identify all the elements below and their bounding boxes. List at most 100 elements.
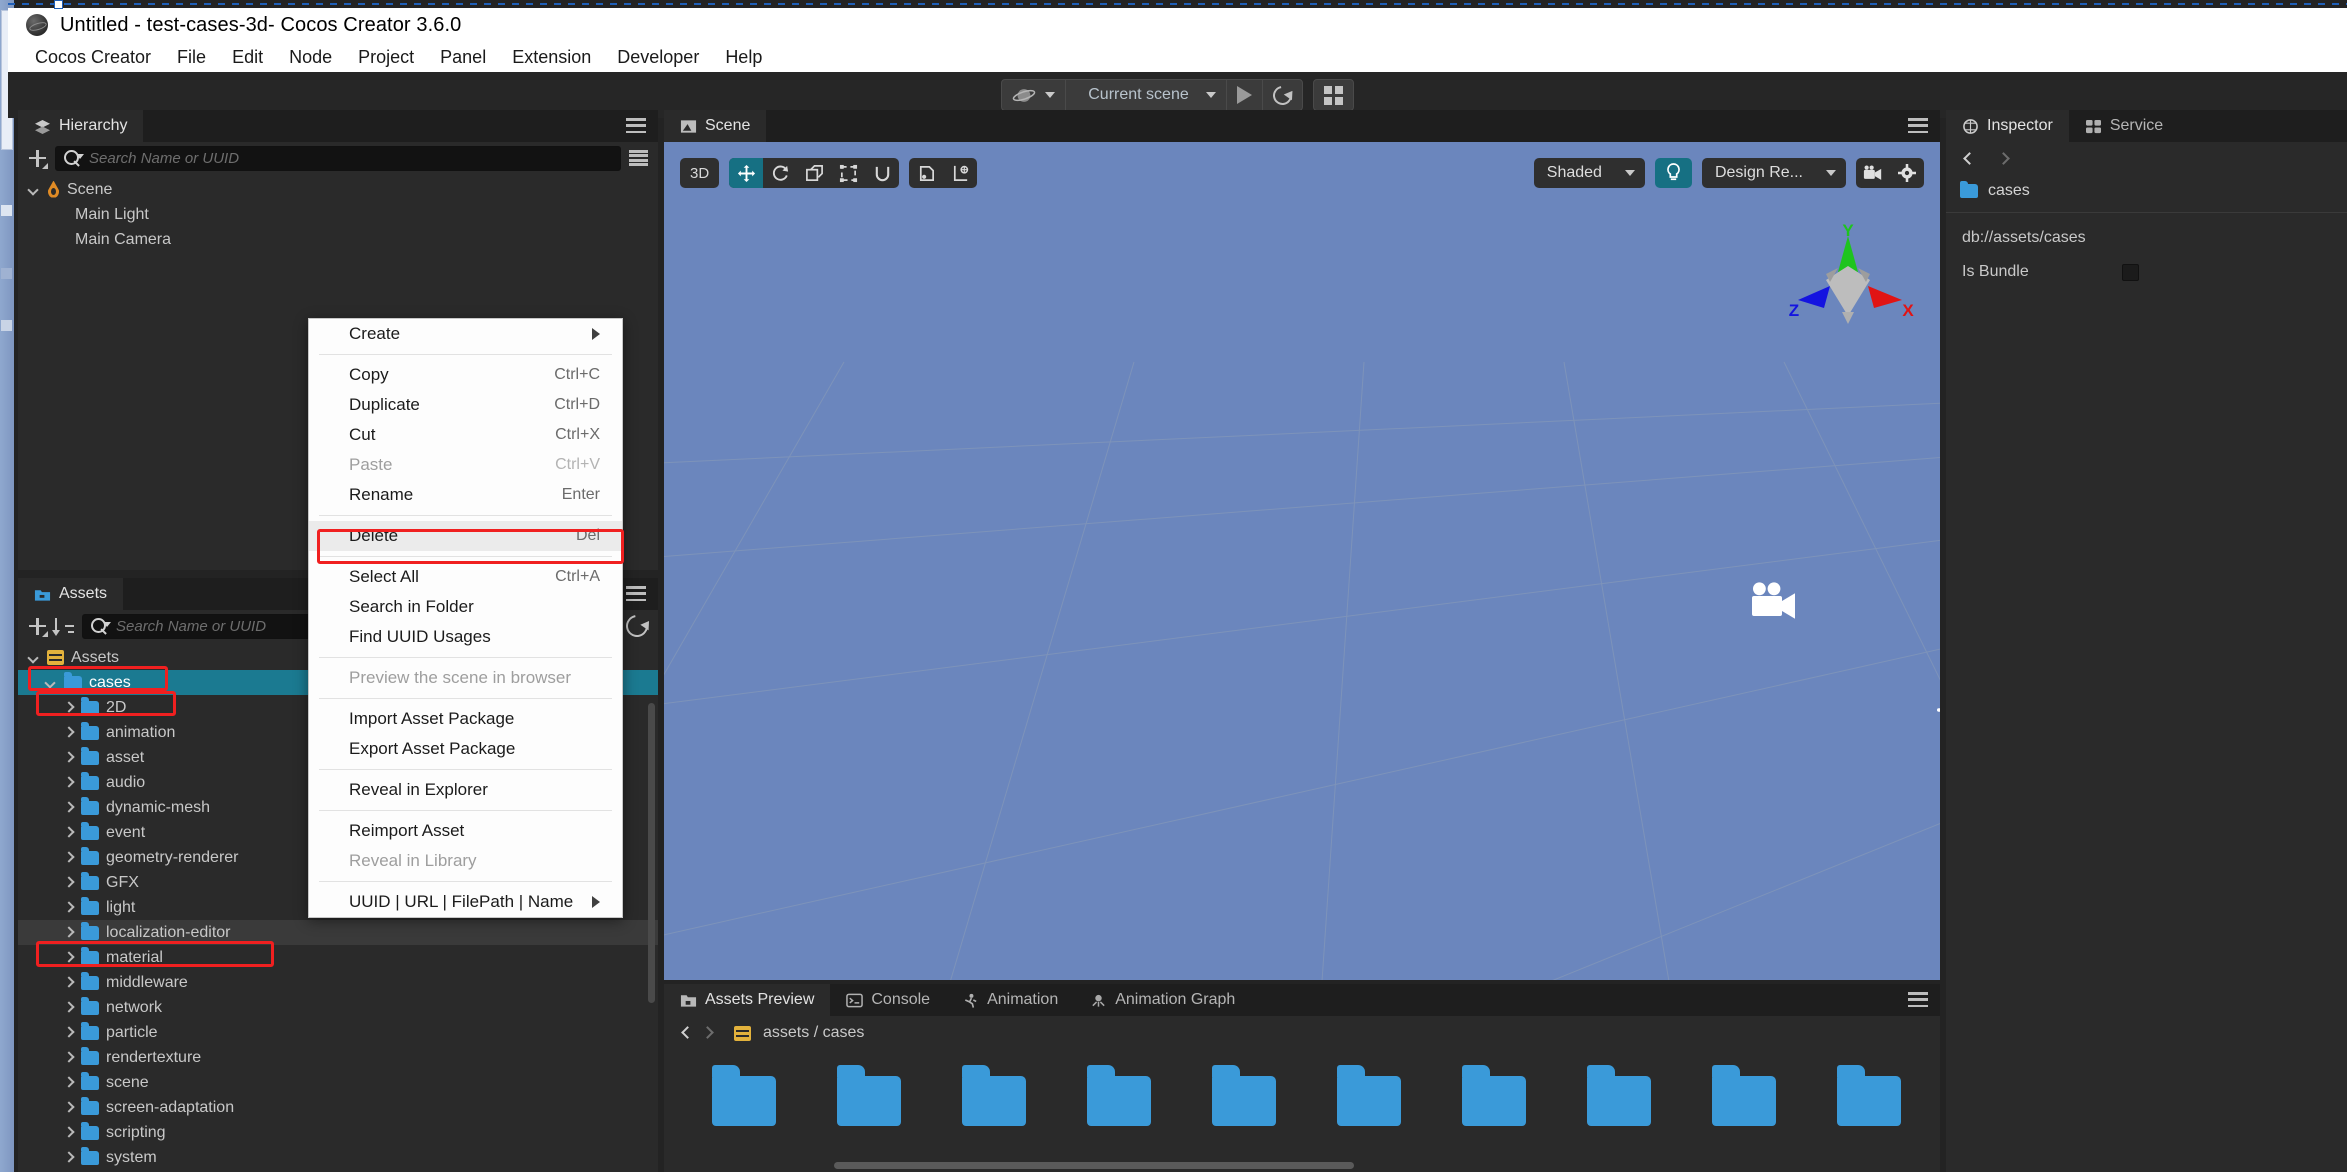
chevron-right-icon[interactable] bbox=[62, 1052, 74, 1064]
bottom-panel-menu-button[interactable] bbox=[1908, 992, 1928, 1007]
chevron-right-icon[interactable] bbox=[1999, 154, 2010, 165]
move-tool[interactable] bbox=[729, 158, 764, 188]
refresh-icon[interactable] bbox=[621, 610, 653, 642]
tab-animation-graph[interactable]: Animation Graph bbox=[1074, 984, 1252, 1016]
assets-tree-item-network[interactable]: network bbox=[18, 995, 658, 1020]
assets-tree-item-particle[interactable]: particle bbox=[18, 1020, 658, 1045]
chevron-down-icon[interactable] bbox=[28, 652, 40, 664]
chevron-right-icon[interactable] bbox=[62, 802, 74, 814]
preview-grid-item[interactable] bbox=[1712, 1065, 1776, 1126]
chevron-right-icon[interactable] bbox=[703, 1028, 714, 1039]
sort-icon[interactable] bbox=[51, 617, 74, 636]
tab-assets-preview[interactable]: Assets Preview bbox=[664, 984, 831, 1016]
menu-panel[interactable]: Panel bbox=[427, 45, 499, 70]
scene-camera-button[interactable] bbox=[1856, 158, 1890, 188]
preview-grid-item[interactable] bbox=[1212, 1065, 1276, 1126]
hierarchy-menu-button[interactable] bbox=[626, 118, 646, 133]
context-menu-item-reveal-in-explorer[interactable]: Reveal in Explorer bbox=[309, 775, 622, 805]
chevron-right-icon[interactable] bbox=[62, 977, 74, 989]
scene-gear-button[interactable] bbox=[1890, 158, 1924, 188]
chevron-right-icon[interactable] bbox=[62, 927, 74, 939]
assets-tree-item-material[interactable]: material bbox=[18, 945, 658, 970]
preview-grid-item[interactable] bbox=[1837, 1065, 1901, 1126]
resolution-select[interactable]: Design Re... bbox=[1701, 158, 1846, 188]
chevron-down-icon[interactable] bbox=[28, 184, 40, 196]
rotate-tool[interactable] bbox=[763, 158, 797, 188]
scene-3d-toggle[interactable]: 3D bbox=[680, 158, 720, 188]
chevron-right-icon[interactable] bbox=[62, 827, 74, 839]
assets-tree-item-middleware[interactable]: middleware bbox=[18, 970, 658, 995]
preview-horizontal-scrollbar[interactable] bbox=[834, 1162, 1354, 1169]
assets-tree-item-system[interactable]: system bbox=[18, 1145, 658, 1170]
chevron-right-icon[interactable] bbox=[62, 952, 74, 964]
chevron-right-icon[interactable] bbox=[62, 877, 74, 889]
tab-service[interactable]: Service bbox=[2068, 110, 2180, 142]
preview-grid-item[interactable] bbox=[1462, 1065, 1526, 1126]
qr-code-button[interactable] bbox=[1314, 80, 1353, 110]
add-asset-icon[interactable] bbox=[28, 617, 48, 637]
menu-help[interactable]: Help bbox=[712, 45, 775, 70]
tab-console[interactable]: Console bbox=[830, 984, 947, 1016]
camera-gizmo[interactable] bbox=[1749, 582, 1801, 622]
menu-project[interactable]: Project bbox=[345, 45, 427, 70]
scene-menu-button[interactable] bbox=[1908, 118, 1928, 133]
chevron-right-icon[interactable] bbox=[62, 1152, 74, 1164]
assets-scrollbar[interactable] bbox=[648, 703, 655, 1003]
context-menu-item-reimport-asset[interactable]: Reimport Asset bbox=[309, 816, 622, 846]
axis-gizmo[interactable]: Y X Z bbox=[1782, 224, 1914, 332]
hierarchy-node-main-camera[interactable]: Main Camera bbox=[18, 227, 658, 252]
context-menu-item-uuid-url-filepath-name[interactable]: UUID | URL | FilePath | Name bbox=[309, 887, 622, 917]
context-menu-item-duplicate[interactable]: Duplicate Ctrl+D bbox=[309, 390, 622, 420]
chevron-left-icon[interactable] bbox=[680, 1028, 691, 1039]
chevron-right-icon[interactable] bbox=[62, 1027, 74, 1039]
context-menu-item-search-in-folder[interactable]: Search in Folder bbox=[309, 592, 622, 622]
context-menu-item-delete[interactable]: Delete Del bbox=[309, 521, 622, 551]
chevron-right-icon[interactable] bbox=[62, 752, 74, 764]
chevron-right-icon[interactable] bbox=[62, 1102, 74, 1114]
context-menu-item-cut[interactable]: Cut Ctrl+X bbox=[309, 420, 622, 450]
context-menu-item-rename[interactable]: Rename Enter bbox=[309, 480, 622, 510]
preview-grid-item[interactable] bbox=[1087, 1065, 1151, 1126]
menu-file[interactable]: File bbox=[164, 45, 219, 70]
preview-grid-item[interactable] bbox=[1337, 1065, 1401, 1126]
preview-grid-item[interactable] bbox=[962, 1065, 1026, 1126]
menu-developer[interactable]: Developer bbox=[604, 45, 712, 70]
scale-tool[interactable] bbox=[797, 158, 831, 188]
context-menu-item-create[interactable]: Create bbox=[309, 319, 622, 349]
context-menu-item-export-asset-package[interactable]: Export Asset Package bbox=[309, 734, 622, 764]
list-view-icon[interactable] bbox=[629, 150, 648, 166]
context-menu-item-find-uuid-usages[interactable]: Find UUID Usages bbox=[309, 622, 622, 652]
chevron-down-icon[interactable] bbox=[45, 677, 57, 689]
chevron-right-icon[interactable] bbox=[62, 1127, 74, 1139]
chevron-right-icon[interactable] bbox=[62, 852, 74, 864]
tab-animation[interactable]: Animation bbox=[946, 984, 1075, 1016]
assets-menu-button[interactable] bbox=[626, 586, 646, 601]
add-node-icon[interactable] bbox=[28, 149, 48, 169]
pivot-tool[interactable] bbox=[909, 158, 943, 188]
chevron-left-icon[interactable] bbox=[1962, 154, 1973, 165]
hierarchy-node-main-light[interactable]: Main Light bbox=[18, 202, 658, 227]
tab-assets[interactable]: Assets bbox=[18, 578, 124, 610]
chevron-right-icon[interactable] bbox=[62, 727, 74, 739]
preview-device-button[interactable] bbox=[1002, 80, 1067, 110]
assets-tree-item-screen-adaptation[interactable]: screen-adaptation bbox=[18, 1095, 658, 1120]
refresh-preview-button[interactable] bbox=[1263, 80, 1302, 110]
chevron-right-icon[interactable] bbox=[62, 1002, 74, 1014]
marquee-handle[interactable] bbox=[54, 0, 63, 9]
chevron-right-icon[interactable] bbox=[62, 702, 74, 714]
rect-tool[interactable] bbox=[831, 158, 865, 188]
hierarchy-search-input[interactable]: Search Name or UUID bbox=[55, 145, 621, 171]
scene-viewport[interactable]: 3D Shaded Design Re... Y X Z bbox=[664, 142, 1940, 980]
coordinate-tool[interactable] bbox=[943, 158, 977, 188]
assets-tree-item-rendertexture[interactable]: rendertexture bbox=[18, 1045, 658, 1070]
tab-inspector[interactable]: Inspector bbox=[1946, 110, 2069, 142]
context-menu-item-select-all[interactable]: Select All Ctrl+A bbox=[309, 562, 622, 592]
hierarchy-node-scene[interactable]: Scene bbox=[18, 177, 658, 202]
preview-grid-item[interactable] bbox=[837, 1065, 901, 1126]
assets-tree-item-localization-editor[interactable]: localization-editor bbox=[18, 920, 658, 945]
menu-extension[interactable]: Extension bbox=[499, 45, 604, 70]
context-menu-item-copy[interactable]: Copy Ctrl+C bbox=[309, 360, 622, 390]
menu-node[interactable]: Node bbox=[276, 45, 345, 70]
context-menu-item-import-asset-package[interactable]: Import Asset Package bbox=[309, 704, 622, 734]
scene-select[interactable]: Current scene bbox=[1066, 80, 1227, 110]
